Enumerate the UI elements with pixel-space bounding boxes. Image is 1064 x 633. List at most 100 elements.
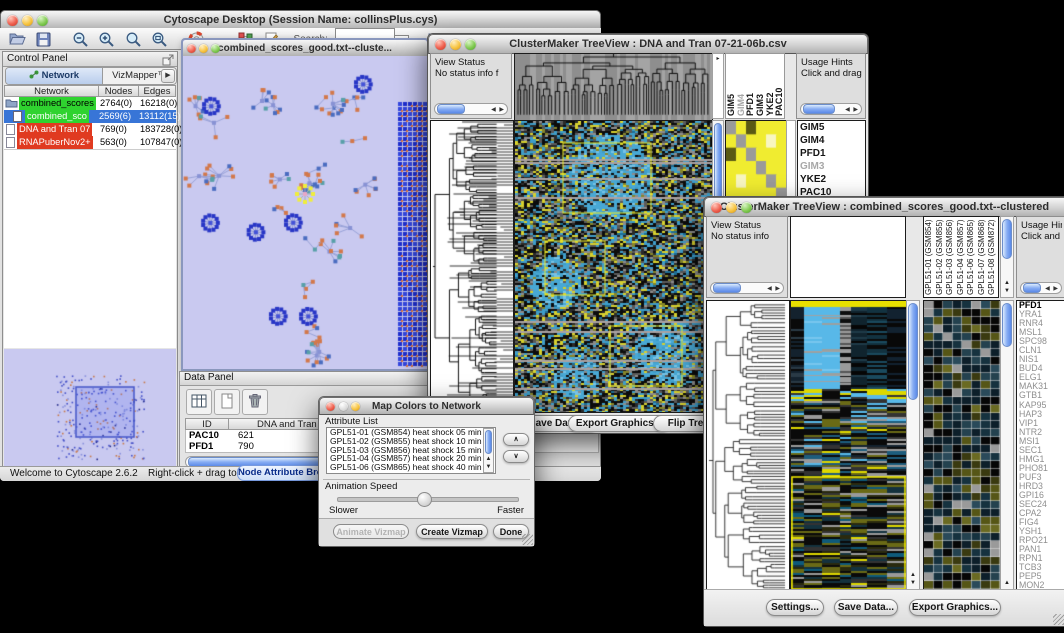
col-header-nodes[interactable]: Nodes: [99, 85, 139, 97]
zoom-button[interactable]: [351, 402, 360, 411]
network-row-selected[interactable]: combined_sco 2569(6) 13112(15): [4, 110, 176, 123]
usage-hints-panel: Usage Hints Click and drag to ◀ ▶: [796, 53, 866, 119]
column-label: GPL51-06 (GSM865): [966, 217, 977, 297]
faster-label: Faster: [497, 505, 524, 516]
animate-vizmap-button[interactable]: Animate Vizmap: [333, 524, 409, 539]
network-row[interactable]: combined_scores 2764(0) 16218(0): [4, 97, 176, 110]
zoom-fit-icon[interactable]: [149, 31, 171, 50]
column-vscrollbar[interactable]: ▲ ▼: [1000, 216, 1014, 298]
heatmap-main[interactable]: [790, 300, 908, 592]
scroll-right-icon[interactable]: ▸: [713, 56, 723, 63]
close-button[interactable]: [435, 39, 446, 50]
col-header-network[interactable]: Network: [4, 85, 99, 97]
close-button[interactable]: [326, 402, 335, 411]
treeview2-title-bar[interactable]: ClusterMaker TreeView : combined_scores_…: [704, 197, 1064, 217]
heatmap-vscrollbar[interactable]: ▲ ▼: [906, 300, 920, 590]
heatmap-zoom-view[interactable]: [923, 300, 1001, 592]
export-graphics-button[interactable]: Export Graphics...: [909, 599, 1001, 616]
select-attributes-icon[interactable]: [186, 389, 212, 415]
dialog-title-bar[interactable]: Map Colors to Network: [319, 397, 534, 415]
close-button[interactable]: [711, 202, 722, 213]
minimize-button[interactable]: [22, 15, 33, 26]
zoom-vscrollbar[interactable]: ▲: [1000, 300, 1014, 590]
heatmap-zoom-view[interactable]: [725, 120, 787, 202]
row-dendrogram[interactable]: [430, 120, 514, 413]
row-dendrogram[interactable]: [706, 300, 790, 592]
animation-speed-label: Animation Speed: [325, 481, 397, 492]
network-overview-thumbnail[interactable]: [4, 349, 176, 466]
column-label: PAC10: [774, 54, 784, 118]
resize-grip[interactable]: [1053, 614, 1064, 625]
treeview2-title: ClusterMaker TreeView : combined_scores_…: [705, 201, 1064, 213]
move-down-button[interactable]: ∨: [503, 450, 529, 463]
open-session-icon[interactable]: [6, 31, 28, 50]
view-status-panel: View Status No status info ◀ ▶: [706, 216, 788, 298]
treeview-window-combined: ClusterMaker TreeView : combined_scores_…: [703, 196, 1064, 627]
attribute-list-vscrollbar[interactable]: ▲ ▼: [483, 428, 494, 473]
create-vizmap-button[interactable]: Create Vizmap: [416, 524, 488, 539]
column-label: GPL51-03 (GSM856): [945, 217, 956, 297]
attribute-item[interactable]: GPL51-07 (GSM868) heat shock 60 min: [327, 472, 495, 474]
main-title-bar[interactable]: Cytoscape Desktop (Session Name: collins…: [0, 10, 601, 30]
gene-label[interactable]: PFD1: [798, 147, 865, 160]
heatmap-main[interactable]: [514, 120, 713, 413]
control-panel-title: Control Panel: [7, 53, 68, 64]
resize-grip[interactable]: [522, 534, 533, 545]
column-dendrogram[interactable]: [790, 216, 906, 298]
treeview1-title-bar[interactable]: ClusterMaker TreeView : DNA and Tran 07-…: [428, 34, 868, 54]
settings-button[interactable]: Settings...: [766, 599, 824, 616]
close-button[interactable]: [187, 44, 196, 53]
zoom-in-icon[interactable]: [96, 31, 118, 50]
gene-label[interactable]: YKE2: [798, 173, 865, 186]
scroll-up-icon[interactable]: ▲: [907, 572, 919, 579]
close-button[interactable]: [7, 15, 18, 26]
speed-slider-thumb[interactable]: [417, 492, 432, 507]
delete-attribute-trash-icon[interactable]: [242, 389, 268, 415]
minimize-button[interactable]: [450, 39, 461, 50]
usage-hints-title: Usage Hints: [1021, 220, 1062, 231]
network-row[interactable]: DNA and Tran 07 769(0) 183728(0): [4, 123, 176, 136]
save-data-button[interactable]: Save Data...: [834, 599, 898, 616]
column-dendrogram[interactable]: [514, 53, 713, 121]
gene-label[interactable]: GIM4: [798, 134, 865, 147]
attribute-list-label: Attribute List: [325, 416, 378, 427]
column-label: PFD1: [745, 54, 755, 118]
save-session-icon[interactable]: [32, 31, 54, 50]
zoom-button[interactable]: [37, 15, 48, 26]
tab-network[interactable]: Network: [6, 68, 103, 84]
scroll-up-icon[interactable]: ▲: [1001, 280, 1013, 287]
view-status-hscrollbar[interactable]: ◀ ▶: [710, 282, 784, 294]
tab-overflow-arrow[interactable]: ▶: [161, 69, 175, 83]
gene-label[interactable]: GIM3: [798, 160, 865, 173]
scroll-down-icon[interactable]: ▼: [907, 580, 919, 587]
window-controls: [7, 15, 48, 26]
gene-label[interactable]: GIM5: [798, 121, 865, 134]
network-row[interactable]: RNAPuberNov2+ 563(0) 107847(0): [4, 136, 176, 149]
column-label: GPL51-07 (GSM868): [977, 217, 988, 297]
zoom-actual-icon[interactable]: [122, 31, 144, 50]
view-status-panel: View Status No status info f ◀ ▶: [430, 53, 512, 119]
scroll-down-icon[interactable]: ▼: [1001, 288, 1013, 295]
zoom-out-icon[interactable]: [69, 31, 91, 50]
minimize-button[interactable]: [339, 402, 348, 411]
usage-hints-info: Click and drag to: [801, 68, 863, 79]
zoom-button[interactable]: [741, 202, 752, 213]
scroll-down-icon[interactable]: ▼: [484, 464, 493, 471]
scroll-up-icon[interactable]: ▲: [1001, 580, 1013, 587]
move-up-button[interactable]: ∧: [503, 433, 529, 446]
data-col-id[interactable]: ID: [185, 418, 229, 430]
minimize-button[interactable]: [199, 44, 208, 53]
column-label: GPL51-02 (GSM855): [935, 217, 946, 297]
zoom-button[interactable]: [211, 44, 220, 53]
view-status-hscrollbar[interactable]: ◀ ▶: [434, 103, 508, 115]
col-header-edges[interactable]: Edges: [139, 85, 176, 97]
minimize-button[interactable]: [726, 202, 737, 213]
new-attribute-icon[interactable]: [214, 389, 240, 415]
zoom-button[interactable]: [465, 39, 476, 50]
view-status-info: No status info f: [435, 68, 498, 79]
scroll-up-icon[interactable]: ▲: [484, 456, 493, 463]
usage-hints-hscrollbar[interactable]: ◀ ▶: [1020, 282, 1062, 294]
usage-hints-hscrollbar[interactable]: ◀ ▶: [800, 103, 862, 115]
network-canvas[interactable]: [183, 56, 427, 369]
usage-hints-info: Click and d: [1021, 231, 1062, 242]
